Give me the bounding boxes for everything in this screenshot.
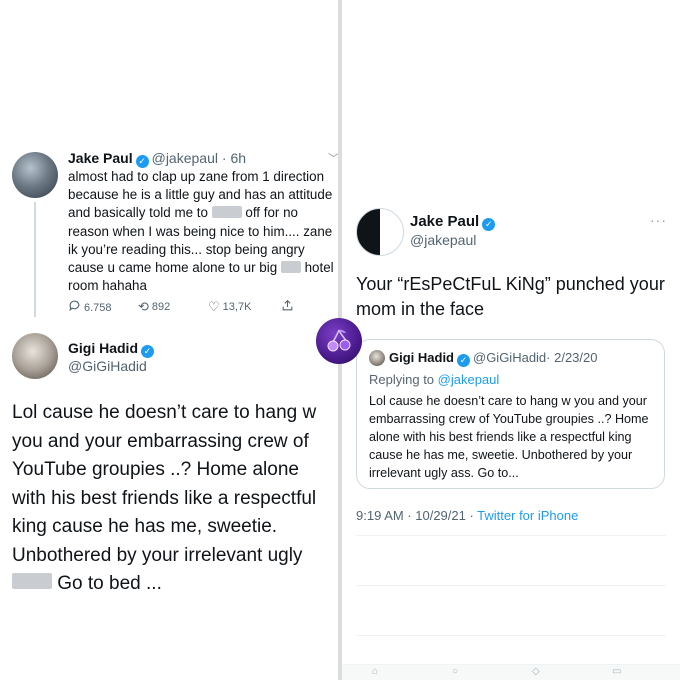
more-options-icon[interactable]: ···	[650, 212, 667, 228]
verified-badge-icon: ✓	[135, 155, 149, 168]
jake-tweet-header: Jake Paul ✓ @jakepaul · 6h	[68, 150, 246, 168]
replying-to: Replying to @jakepaul	[369, 372, 499, 387]
censored-word: xxxx	[211, 206, 242, 219]
reply-count: 6.758	[84, 302, 112, 314]
time-separator: ·	[217, 150, 231, 166]
verified-badge-icon: ✓	[141, 345, 154, 358]
tweet-timestamp[interactable]: 9:19 AM · 10/29/21 ·	[356, 508, 477, 523]
tweet-source-link[interactable]: Twitter for iPhone	[477, 508, 578, 523]
replying-to-link[interactable]: @jakepaul	[438, 372, 500, 387]
author-name: Gigi Hadid	[389, 350, 454, 365]
author-handle: @GiGiHadid	[473, 350, 547, 365]
tweet-actions: 6.758 ⟲ 892 ♡ 13,7K	[68, 299, 308, 317]
like-button[interactable]: ♡ 13,7K	[208, 299, 251, 315]
tweet-meta: 9:19 AM · 10/29/21 · Twitter for iPhone	[356, 508, 578, 523]
share-button[interactable]	[281, 299, 297, 314]
reply-button[interactable]: 6.758	[68, 299, 112, 314]
jake-paul-avatar[interactable]	[12, 152, 58, 198]
replying-to-label: Replying to	[369, 372, 438, 387]
share-icon	[282, 299, 293, 311]
tweet-text-part: Go to bed ...	[52, 573, 162, 594]
retweet-count: 892	[151, 301, 171, 313]
retweet-button[interactable]: ⟲ 892	[138, 299, 170, 315]
thread-line	[34, 202, 36, 317]
tweet-text-part: Lol cause he doesn’t care to hang w you …	[12, 402, 317, 566]
divider	[356, 535, 666, 536]
divider	[356, 585, 666, 586]
censored-word: xxxx	[12, 573, 52, 589]
verified-badge-icon: ✓	[457, 354, 470, 367]
author-handle[interactable]: @GiGiHadid	[68, 358, 147, 374]
like-count: 13,7K	[222, 301, 252, 313]
author-handle[interactable]: @jakepaul	[410, 232, 476, 248]
author-name[interactable]: Jake Paul	[410, 213, 479, 230]
jake-paul-avatar[interactable]	[356, 208, 404, 256]
bottom-tab-bar: ⌂ ○ ◇ ▭	[342, 664, 680, 680]
author-handle[interactable]: @jakepaul	[152, 150, 218, 166]
heart-icon: ♡	[208, 299, 220, 314]
quoted-tweet-text: Lol cause he doesn’t care to hang w you …	[369, 394, 649, 480]
search-icon[interactable]: ○	[452, 666, 458, 677]
tweet-text: Your “rEsPeCtFuL KiNg” punched your mom …	[356, 274, 665, 319]
jake-tweet-text: almost had to clap up zane from 1 direct…	[68, 168, 336, 295]
cherry-logo-icon	[316, 318, 362, 364]
home-icon[interactable]: ⌂	[372, 666, 378, 677]
gigi-hadid-avatar	[369, 350, 385, 366]
tweet-time[interactable]: 6h	[230, 150, 246, 166]
gigi-tweet-text: Lol cause he doesn’t care to hang w you …	[12, 399, 337, 599]
chevron-down-icon[interactable]: ﹀	[328, 150, 338, 166]
divider	[356, 635, 666, 636]
quoted-tweet-card[interactable]: Gigi Hadid ✓ @GiGiHadid· 2/23/20 Replying …	[356, 339, 665, 489]
messages-icon[interactable]: ▭	[612, 666, 621, 677]
author-name[interactable]: Gigi Hadid	[68, 340, 138, 356]
author-name-row: Jake Paul ✓	[410, 213, 498, 231]
retweet-icon: ⟲	[138, 299, 149, 314]
gigi-hadid-avatar[interactable]	[12, 333, 58, 379]
gigi-tweet-header: Gigi Hadid ✓	[68, 340, 157, 358]
reply-icon	[69, 300, 80, 312]
quoted-tweet-date: · 2/23/20	[546, 350, 598, 365]
right-screenshot: Jake Paul ✓ @jakepaul ··· Your “rEsPeCtFu…	[342, 0, 680, 680]
censored-word: xx	[280, 261, 301, 274]
left-screenshot: Jake Paul ✓ @jakepaul · 6h ﹀ almost had to…	[0, 0, 338, 680]
notifications-icon[interactable]: ◇	[532, 666, 540, 677]
author-name[interactable]: Jake Paul	[68, 150, 133, 166]
verified-badge-icon: ✓	[482, 218, 496, 231]
quoted-tweet-header: Gigi Hadid ✓ @GiGiHadid· 2/23/20	[389, 350, 598, 367]
